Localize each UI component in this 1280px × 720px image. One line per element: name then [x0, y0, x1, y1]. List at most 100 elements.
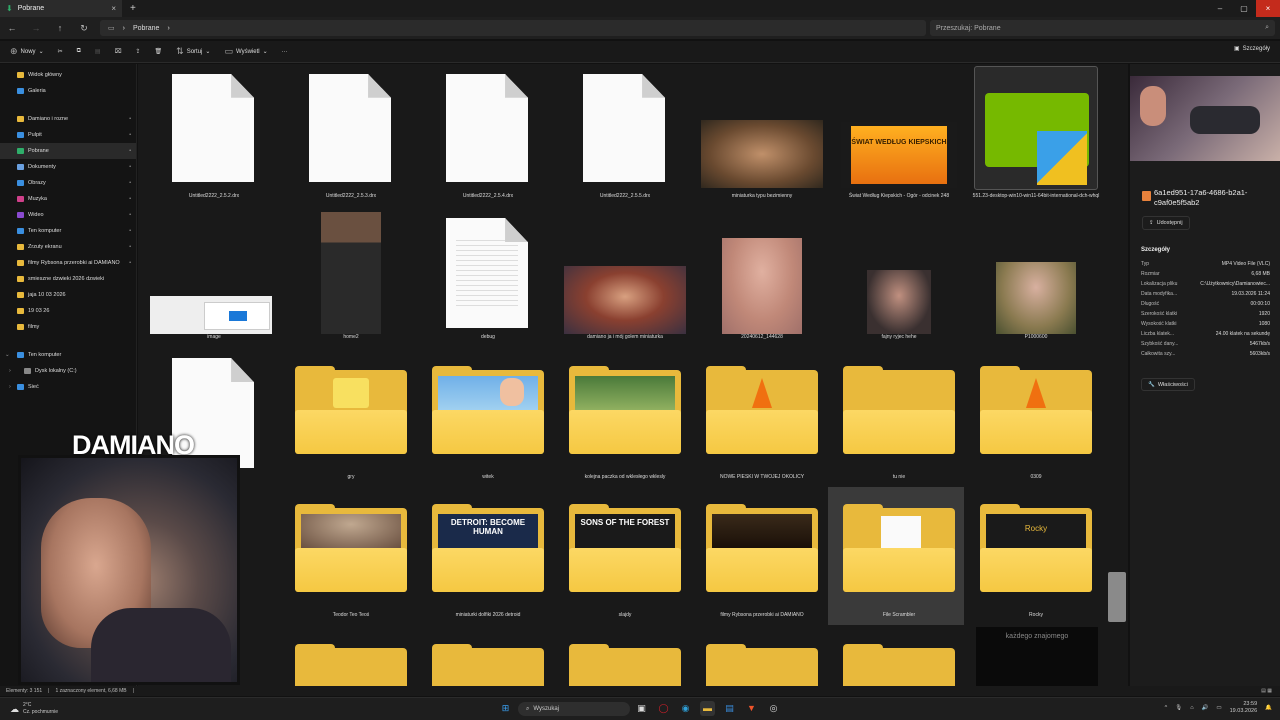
expand-arrow-icon[interactable]: › — [9, 368, 11, 374]
folder-item[interactable] — [559, 642, 691, 686]
installer-item[interactable]: 551.23-desktop-win10-win11-64bit-interna… — [970, 66, 1102, 207]
folder-item[interactable]: SONS OF THE FOREST slajdy — [559, 502, 691, 626]
expand-arrow-icon[interactable]: ⌄ — [5, 352, 10, 358]
tab-pobrane[interactable]: ⬇ Pobrane × — [0, 0, 122, 17]
share-button[interactable]: ⇪ Udostępnij — [1142, 216, 1190, 230]
file-explorer-icon[interactable]: ▬ — [700, 701, 715, 716]
image-item[interactable]: P1000600 — [970, 212, 1102, 348]
weather-widget[interactable]: ☁ 2°C Cz. pochmurnie — [10, 702, 58, 716]
sidebar-item-pinned-11[interactable]: jaja 10 03 2026 — [0, 287, 136, 303]
delete-icon[interactable]: 🗑 — [151, 48, 167, 55]
sidebar-item-tree-2[interactable]: › Sieć — [0, 379, 136, 395]
folder-item[interactable]: tu nie — [833, 364, 965, 488]
sidebar-item-pinned-8[interactable]: Zrzuty ekranu • — [0, 239, 136, 255]
sidebar-item-top-0[interactable]: Widok główny — [0, 67, 136, 83]
microphone-icon[interactable]: 🎙 — [1175, 705, 1182, 711]
breadcrumb[interactable]: ▭ › Pobrane › — [100, 20, 926, 36]
sidebar-item-pinned-7[interactable]: Ten komputer • — [0, 223, 136, 239]
folder-item[interactable]: DETROIT: BECOME HUMAN miniaturki dolfiki … — [422, 502, 554, 626]
file-item[interactable]: Untitled2222_2.5.2.drx — [148, 72, 280, 207]
opera-icon[interactable]: ◯ — [656, 701, 671, 716]
volume-icon[interactable]: 🔊 — [1202, 705, 1209, 711]
notification-bell-icon[interactable]: 🔔 — [1265, 705, 1272, 711]
copy-icon[interactable]: ⧉ — [73, 48, 85, 55]
expand-arrow-icon[interactable]: › — [9, 384, 11, 390]
forward-icon[interactable]: → — [24, 23, 48, 33]
edge-icon[interactable]: ◉ — [678, 701, 693, 716]
sidebar-item-pinned-9[interactable]: filmy Rybsona przerobki ai DAMIANO • — [0, 255, 136, 271]
view-button[interactable]: ▭ Wyświetl ⌄ — [220, 46, 271, 57]
start-icon[interactable]: ⊞ — [498, 701, 513, 716]
sidebar-item-pinned-0[interactable]: Damiano i rozne • — [0, 111, 136, 127]
sidebar-item-pinned-6[interactable]: Wideo • — [0, 207, 136, 223]
close-window-button[interactable]: × — [1256, 0, 1280, 17]
minimize-button[interactable]: – — [1208, 0, 1232, 17]
sort-button[interactable]: ⇅ Sortuj ⌄ — [172, 46, 214, 57]
image-item[interactable]: home2 — [285, 212, 417, 348]
folder-item[interactable] — [696, 642, 828, 686]
taskbar-search[interactable]: ⌕ Wyszukaj — [518, 702, 630, 716]
folder-item[interactable]: gry — [285, 364, 417, 488]
share-icon[interactable]: ⇪ — [132, 48, 145, 55]
sidebar-item-pinned-4[interactable]: Obrazy • — [0, 175, 136, 191]
battery-icon[interactable]: ▭ — [1216, 705, 1221, 711]
video-item[interactable]: miniaturka typu bezimienny — [696, 72, 828, 207]
task-view-icon[interactable]: ▣ — [634, 701, 649, 716]
view-toggle-icons[interactable]: ▤ ▦ — [1261, 688, 1272, 694]
image-item[interactable]: 20240612_144628 — [696, 212, 828, 348]
folder-item[interactable] — [422, 642, 554, 686]
properties-button[interactable]: 🔧 Właściwości — [1141, 378, 1195, 391]
sidebar-item-tree-0[interactable]: ⌄ Ten komputer — [0, 347, 136, 363]
folder-item[interactable]: filmy Rybsona przerobki ai DAMIANO — [696, 502, 828, 626]
folder-item[interactable]: kolejna paczka od wklesłego wklesly — [559, 364, 691, 488]
sidebar-item-pinned-5[interactable]: Muzyka • — [0, 191, 136, 207]
video-item[interactable]: każdego znajomego — [976, 627, 1098, 686]
sidebar-item-pinned-3[interactable]: Dokumenty • — [0, 159, 136, 175]
file-item[interactable]: debug — [422, 212, 554, 348]
breadcrumb-item-pobrane[interactable]: Pobrane — [133, 25, 159, 32]
file-item[interactable]: Untitled2222_2.5.5.drx — [559, 72, 691, 207]
image-item[interactable]: image — [148, 224, 280, 348]
new-button[interactable]: ⊕ Nowy ⌄ — [6, 46, 48, 57]
sidebar-item-pinned-12[interactable]: 19 03 26 — [0, 303, 136, 319]
file-item[interactable]: Untitled2222_2.5.3.drx — [285, 72, 417, 207]
sidebar-item-top-1[interactable]: Galeria — [0, 83, 136, 99]
more-options-button[interactable]: ··· — [278, 49, 292, 55]
sidebar-item-tree-1[interactable]: › Dysk lokalny (C:) — [0, 363, 136, 379]
obs-icon[interactable]: ◎ — [766, 701, 781, 716]
video-item[interactable]: ŚWIAT WEDŁUG KIEPSKICH Świat Według Kieps… — [833, 72, 965, 207]
brave-icon[interactable]: ▼ — [744, 701, 759, 716]
maximize-button[interactable]: ▢ — [1232, 0, 1256, 17]
tab-close-icon[interactable]: × — [111, 4, 116, 13]
folder-thumbnail — [301, 376, 401, 410]
details-button[interactable]: ▣ Szczegóły — [1234, 45, 1270, 53]
new-tab-button[interactable]: + — [130, 3, 136, 14]
folder-item[interactable]: NOWE PIESKI W TWOJEJ OKOLICY — [696, 364, 828, 488]
sidebar-item-pinned-1[interactable]: Pulpit • — [0, 127, 136, 143]
folder-item[interactable]: Teodor Teo Teoś — [285, 502, 417, 626]
notepad-icon[interactable]: ▤ — [722, 701, 737, 716]
file-item[interactable]: Untitled2222_2.5.4.drx — [422, 72, 554, 207]
clock[interactable]: 23:59 19.03.2026 — [1230, 701, 1258, 715]
rename-icon[interactable]: ⌧ — [111, 48, 126, 55]
scrollbar-thumb[interactable] — [1108, 572, 1126, 622]
sidebar-item-pinned-13[interactable]: filmy — [0, 319, 136, 335]
cut-icon[interactable]: ✂ — [54, 48, 67, 55]
folder-item[interactable] — [285, 642, 417, 686]
folder-item[interactable]: File Scrambler — [833, 502, 965, 626]
folder-item[interactable]: Rocky Rocky — [970, 502, 1102, 626]
network-icon[interactable]: ⌂ — [1190, 705, 1193, 711]
folder-item[interactable] — [833, 642, 965, 686]
refresh-icon[interactable]: ↻ — [72, 23, 96, 34]
folder-item[interactable]: witek — [422, 364, 554, 488]
sidebar-item-pinned-10[interactable]: smieszne dzwieki 2026 dzwieki — [0, 271, 136, 287]
folder-item[interactable]: 0309 — [970, 364, 1102, 488]
sidebar-item-pinned-2[interactable]: Pobrane • — [0, 143, 136, 159]
search-input[interactable]: Przeszukaj: Pobrane ⌕ — [930, 20, 1275, 36]
image-item[interactable]: damiano ja i mój golem miniaturka — [559, 212, 691, 348]
paste-icon[interactable]: ▤ — [91, 48, 105, 55]
chevron-up-icon[interactable]: ^ — [1165, 705, 1168, 711]
image-item[interactable]: fajny ryjec hehe — [833, 212, 965, 348]
up-icon[interactable]: ↑ — [48, 23, 72, 33]
back-icon[interactable]: ← — [0, 23, 24, 33]
